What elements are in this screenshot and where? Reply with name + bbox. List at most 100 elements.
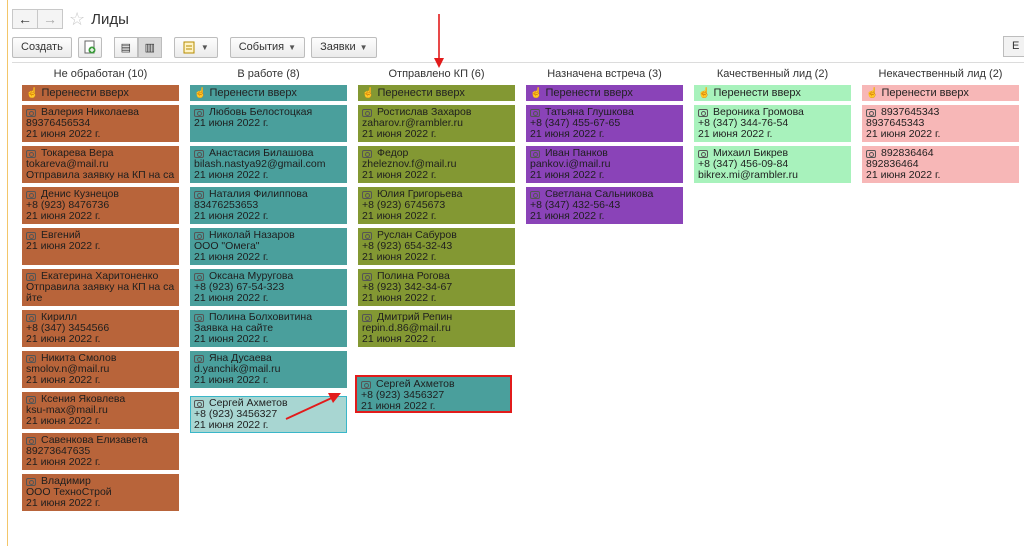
contact-card-icon: [530, 149, 540, 158]
card-line3: 21 июня 2022 г.: [530, 169, 605, 181]
requests-menu-button[interactable]: Заявки ▼: [311, 36, 377, 58]
column-1: Не обработан (10) ☝ Перенести вверх Валерия…: [22, 66, 179, 511]
list-view-button[interactable]: ▤: [113, 36, 138, 58]
hand-pointer-icon: ☝: [362, 88, 375, 99]
create-button[interactable]: Создать: [12, 36, 72, 58]
lead-card[interactable]: Руслан Сабуров +8 (923) 654-32-43 21 июня …: [358, 228, 515, 265]
move-up-button[interactable]: ☝ Перенести вверх: [526, 85, 683, 101]
contact-card-icon: [26, 190, 36, 199]
lead-card[interactable]: Полина Рогова +8 (923) 342-34-67 21 июня 2…: [358, 269, 515, 306]
board-view-button[interactable]: ▥: [137, 36, 162, 58]
contact-card-icon: [362, 272, 372, 281]
lead-card[interactable]: Токарева Вера tokareva@mail.ru Отправила з…: [22, 146, 179, 183]
card-line3: 21 июня 2022 г.: [362, 251, 437, 263]
card-line3: bikrex.mi@rambler.ru: [698, 169, 798, 181]
lead-card[interactable]: Любовь Белостоцкая 21 июня 2022 г.: [190, 105, 347, 142]
card-line3: 21 июня 2022 г.: [530, 210, 605, 222]
move-up-button[interactable]: ☝ Перенести вверх: [358, 85, 515, 101]
contact-card-icon: [26, 149, 36, 158]
contact-card-icon: [530, 190, 540, 199]
forward-button[interactable]: →: [37, 9, 63, 29]
lead-card[interactable]: Татьяна Глушкова +8 (347) 455-67-65 21 июн…: [526, 105, 683, 142]
column-2: В работе (8) ☝ Перенести вверх Любовь Белос…: [190, 66, 347, 429]
more-button[interactable]: Е: [1003, 36, 1024, 57]
chevron-down-icon: ▼: [288, 42, 297, 52]
report-icon: [183, 41, 195, 54]
dragged-card-placeholder[interactable]: Сергей Ахметов +8 (923) 3456327 21 июня …: [190, 396, 347, 433]
lead-card[interactable]: Екатерина Харитоненко Отправила заявку на…: [22, 269, 179, 306]
card-line3: 21 июня 2022 г.: [866, 128, 941, 140]
card-line3: 21 июня 2022 г.: [194, 169, 269, 181]
lead-card[interactable]: Ксения Яковлева ksu-max@mail.ru 21 июня 20…: [22, 392, 179, 429]
lead-card[interactable]: Полина Болховитина Заявка на сайте 21 июня…: [190, 310, 347, 347]
contact-card-icon: [362, 190, 372, 199]
lead-card[interactable]: Михаил Бикрев +8 (347) 456-09-84 bikrex.mi…: [694, 146, 851, 183]
hand-pointer-icon: ☝: [26, 88, 39, 99]
lead-card[interactable]: Евгений 21 июня 2022 г.: [22, 228, 179, 265]
dragged-card[interactable]: Сергей Ахметов +8 (923) 3456327 21 июня …: [355, 375, 512, 413]
lead-card[interactable]: Валерия Николаева 89376456534 21 июня 2022…: [22, 105, 179, 142]
move-up-button[interactable]: ☝ Перенести вверх: [694, 85, 851, 101]
report-menu-button[interactable]: ▼: [173, 36, 218, 58]
hand-pointer-icon: ☝: [698, 88, 711, 99]
lead-card[interactable]: 8937645343 8937645343 21 июня 2022 г.: [862, 105, 1019, 142]
move-up-button[interactable]: ☝ Перенести вверх: [22, 85, 179, 101]
title-bar: ← → ☆ Лиды: [12, 7, 129, 31]
contact-card-icon: [26, 108, 36, 117]
contact-card-icon: [866, 149, 876, 158]
toolbar-divider: [12, 62, 1024, 63]
card-line3: 21 июня 2022 г.: [530, 128, 605, 140]
lead-card[interactable]: Савенкова Елизавета 89273647635 21 июня 20…: [22, 433, 179, 470]
back-button[interactable]: ←: [12, 9, 38, 29]
contact-card-icon: [194, 354, 204, 363]
lead-card[interactable]: Ростислав Захаров zaharov.r@rambler.ru 21 …: [358, 105, 515, 142]
board-icon: ▥: [144, 41, 156, 54]
chevron-down-icon: ▼: [200, 42, 209, 52]
contact-card-icon: [26, 313, 36, 322]
chevron-down-icon: ▼: [359, 42, 368, 52]
lead-card[interactable]: Федор zheleznov.f@mail.ru 21 июня 2022 г.: [358, 146, 515, 183]
events-menu-button[interactable]: События ▼: [229, 36, 306, 58]
move-up-label: Перенести вверх: [209, 87, 297, 99]
contact-card-icon: [698, 149, 708, 158]
lead-card[interactable]: Иван Панков pankov.i@mail.ru 21 июня 2022 …: [526, 146, 683, 183]
favorite-star-icon[interactable]: ☆: [69, 9, 85, 30]
contact-card-icon: [194, 272, 204, 281]
move-up-button[interactable]: ☝ Перенести вверх: [190, 85, 347, 101]
lead-card[interactable]: Дмитрий Репин repin.d.86@mail.ru 21 июня 2…: [358, 310, 515, 347]
card-line3: 21 июня 2022 г.: [26, 456, 101, 468]
column-5: Качественный лид (2) ☝ Перенести вверх Веро…: [694, 66, 851, 183]
lead-card[interactable]: Никита Смолов smolov.n@mail.ru 21 июня 202…: [22, 351, 179, 388]
contact-card-icon: [194, 399, 204, 408]
lead-card[interactable]: Оксана Муругова +8 (923) 67-54-323 21 июня…: [190, 269, 347, 306]
move-up-label: Перенести вверх: [713, 87, 801, 99]
card-line3: 21 июня 2022 г.: [194, 292, 269, 304]
lead-card[interactable]: Анастасия Билашова bilash.nastya92@gmail.…: [190, 146, 347, 183]
lead-card[interactable]: Кирилл +8 (347) 3454566 21 июня 2022 г.: [22, 310, 179, 347]
lead-card[interactable]: Наталия Филиппова 83476253653 21 июня 2022…: [190, 187, 347, 224]
card-line3: 21 июня 2022 г.: [194, 251, 269, 263]
column-header: Назначена встреча (3): [547, 68, 662, 80]
hand-pointer-icon: ☝: [194, 88, 207, 99]
lead-card[interactable]: Денис Кузнецов +8 (923) 8476736 21 июня 20…: [22, 187, 179, 224]
card-line3: 21 июня 2022 г.: [194, 374, 269, 386]
card-line2: 21 июня 2022 г.: [194, 117, 269, 129]
lead-card[interactable]: Вероника Громова +8 (347) 344-76-54 21 июн…: [694, 105, 851, 142]
contact-card-icon: [362, 149, 372, 158]
lead-card[interactable]: Яна Дусаева d.yanchik@mail.ru 21 июня 2022…: [190, 351, 347, 388]
column-4: Назначена встреча (3) ☝ Перенести вверх Тат…: [526, 66, 683, 224]
card-line3: 21 июня 2022 г.: [26, 497, 101, 509]
lead-card[interactable]: Юлия Григорьева +8 (923) 6745673 21 июня 2…: [358, 187, 515, 224]
card-line3: Отправила заявку на КП на са: [26, 169, 175, 181]
add-copy-button[interactable]: [77, 36, 102, 58]
lead-card[interactable]: 892836464 892836464 21 июня 2022 г.: [862, 146, 1019, 183]
contact-card-icon: [698, 108, 708, 117]
move-up-button[interactable]: ☝ Перенести вверх: [862, 85, 1019, 101]
card-line3: йте: [26, 292, 43, 304]
view-switch: ▤ ▥: [113, 36, 162, 58]
lead-card[interactable]: Николай Назаров ООО "Омега" 21 июня 2022 г…: [190, 228, 347, 265]
card-line3: 21 июня 2022 г.: [362, 210, 437, 222]
card-line3: 21 июня 2022 г.: [194, 419, 269, 431]
lead-card[interactable]: Владимир ООО ТехноСтрой 21 июня 2022 г.: [22, 474, 179, 511]
lead-card[interactable]: Светлана Сальникова +8 (347) 432-56-43 21 …: [526, 187, 683, 224]
